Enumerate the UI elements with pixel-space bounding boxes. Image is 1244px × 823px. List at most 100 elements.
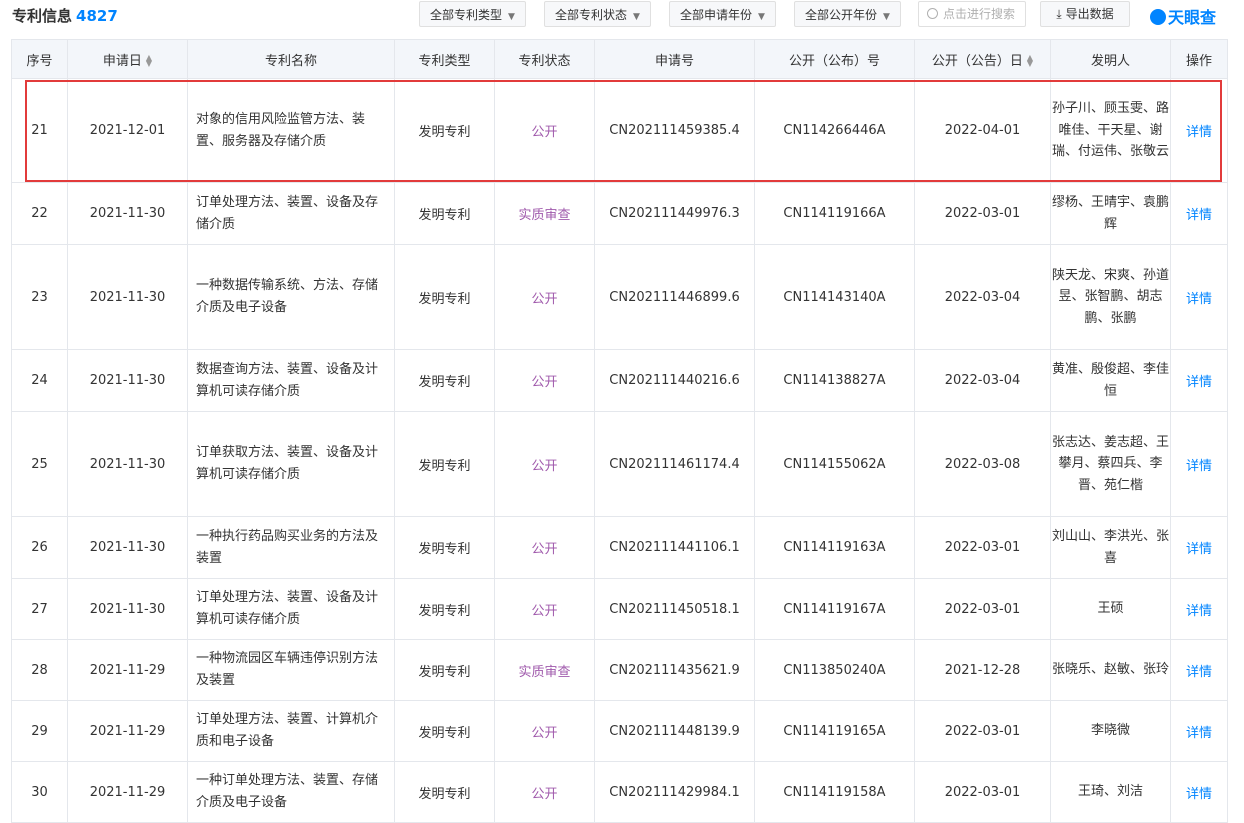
detail-link[interactable]: 详情: [1186, 665, 1212, 680]
cell-detail-link: 详情: [1170, 700, 1228, 762]
col-header-date[interactable]: 申请日 ▲ ▼: [67, 39, 188, 79]
cell-apply-date: 2021-11-29: [67, 761, 188, 823]
patent-type: 发明专利: [418, 458, 471, 474]
col-label: 公开（公布）号: [788, 53, 880, 69]
patent-status: 公开: [531, 458, 558, 474]
cell-detail-link: 详情: [1170, 244, 1228, 350]
cell-application-number: CN202111461174.4: [594, 411, 755, 517]
cell-patent-name: 订单获取方法、装置、设备及计算机可读存储介质: [187, 411, 395, 517]
col-header-status: 专利状态: [494, 39, 595, 79]
search-input[interactable]: 点击进行搜索: [918, 1, 1026, 27]
patent-status: 公开: [531, 725, 558, 741]
col-label: 专利名称: [264, 53, 317, 69]
detail-link[interactable]: 详情: [1186, 787, 1212, 802]
detail-link[interactable]: 详情: [1186, 459, 1212, 474]
publication-date: 2021-12-28: [944, 662, 1021, 678]
cell-row-number: 27: [11, 578, 68, 640]
filter-label: 全部专利类型: [430, 8, 503, 22]
search-placeholder: 点击进行搜索: [943, 7, 1016, 21]
patent-status-filter[interactable]: 全部专利状态 ▼: [544, 1, 651, 27]
publication-date: 2022-03-04: [944, 289, 1021, 305]
cell-patent-name: 一种执行药品购买业务的方法及装置: [187, 516, 395, 579]
apply-year-filter[interactable]: 全部申请年份 ▼: [669, 1, 776, 27]
patent-status: 公开: [531, 291, 558, 307]
patent-type: 发明专利: [418, 125, 471, 140]
cell-publication-number: CN114119166A: [754, 182, 915, 245]
inventors: 张志达、姜志超、王攀月、蔡四兵、李晋、苑仁楷: [1051, 434, 1169, 493]
cell-inventors: 黄准、殷俊超、李佳恒: [1050, 349, 1171, 412]
row-number: 29: [31, 723, 48, 739]
col-label: 专利类型: [418, 53, 471, 69]
publication-date: 2022-03-01: [944, 540, 1021, 555]
col-label: 发明人: [1090, 53, 1130, 69]
cell-application-number: CN202111440216.6: [594, 349, 755, 412]
cell-patent-name: 一种物流园区车辆违停识别方法及装置: [187, 639, 395, 701]
table-row: 24 2021-11-30 数据查询方法、装置、设备及计算机可读存储介质 发明专利 公开…: [11, 349, 1228, 412]
application-number: CN202111441106.1: [609, 540, 740, 555]
col-label: 专利状态: [518, 53, 571, 69]
row-number: 23: [31, 289, 48, 305]
export-button[interactable]: ⤓ 导出数据: [1040, 1, 1130, 27]
publication-number: CN114155062A: [783, 456, 886, 472]
table-row: 27 2021-11-30 订单处理方法、装置、设备及计算机可读存储介质 发明专利 公开…: [11, 578, 1228, 640]
row-number: 28: [31, 662, 48, 678]
filter-label: 全部申请年份: [680, 8, 753, 22]
apply-date: 2021-11-30: [89, 373, 166, 388]
detail-link[interactable]: 详情: [1186, 208, 1212, 223]
cell-detail-link: 详情: [1170, 578, 1228, 640]
application-number: CN202111449976.3: [609, 206, 740, 221]
publication-number: CN114119166A: [783, 206, 886, 221]
col-header-pub-date[interactable]: 公开（公告）日 ▲ ▼: [914, 39, 1051, 79]
export-label: 导出数据: [1065, 7, 1114, 21]
col-header-inventors: 发明人: [1050, 39, 1171, 79]
apply-date: 2021-12-01: [89, 123, 166, 138]
patent-status: 公开: [531, 786, 558, 802]
cell-publication-date: 2021-12-28: [914, 639, 1051, 701]
cell-patent-status: 公开: [494, 244, 595, 350]
cell-patent-type: 发明专利: [394, 78, 495, 183]
apply-date: 2021-11-30: [89, 601, 166, 617]
cell-apply-date: 2021-11-30: [67, 244, 188, 350]
table-row: 30 2021-11-29 一种订单处理方法、装置、存储介质及电子设备 发明专利 公开 C…: [11, 761, 1228, 823]
table-row: 23 2021-11-30 一种数据传输系统、方法、存储介质及电子设备 发明专利 公开 C…: [11, 244, 1228, 350]
cell-application-number: CN202111448139.9: [594, 700, 755, 762]
cell-inventors: 王硕: [1050, 578, 1171, 640]
detail-link[interactable]: 详情: [1186, 125, 1212, 140]
application-number: CN202111440216.6: [609, 373, 740, 388]
detail-link[interactable]: 详情: [1186, 542, 1212, 557]
cell-publication-date: 2022-03-01: [914, 700, 1051, 762]
cell-apply-date: 2021-11-29: [67, 639, 188, 701]
application-number: CN202111435621.9: [609, 662, 740, 678]
cell-publication-number: CN113850240A: [754, 639, 915, 701]
detail-link[interactable]: 详情: [1186, 292, 1212, 307]
col-header-type: 专利类型: [394, 39, 495, 79]
cell-publication-date: 2022-03-08: [914, 411, 1051, 517]
publish-year-filter[interactable]: 全部公开年份 ▼: [794, 1, 901, 27]
detail-link[interactable]: 详情: [1186, 604, 1212, 619]
patent-count: 4827: [76, 7, 118, 25]
patent-status: 实质审查: [518, 208, 571, 223]
detail-link[interactable]: 详情: [1186, 726, 1212, 741]
cell-apply-date: 2021-11-30: [67, 578, 188, 640]
cell-patent-type: 发明专利: [394, 349, 495, 412]
col-label: 操作: [1185, 53, 1212, 69]
patent-name: 订单处理方法、装置、设备及存储介质: [196, 194, 379, 232]
cell-publication-number: CN114119158A: [754, 761, 915, 823]
chevron-down-icon: ▼: [883, 12, 890, 22]
detail-link[interactable]: 详情: [1186, 375, 1212, 390]
cell-patent-name: 订单处理方法、装置、设备及计算机可读存储介质: [187, 578, 395, 640]
col-header-pub-no: 公开（公布）号: [754, 39, 915, 79]
patent-type-filter[interactable]: 全部专利类型 ▼: [419, 1, 526, 27]
patent-status: 公开: [531, 375, 558, 390]
cell-detail-link: 详情: [1170, 349, 1228, 412]
cell-application-number: CN202111449976.3: [594, 182, 755, 245]
publication-number: CN114143140A: [783, 289, 886, 305]
cell-publication-number: CN114119163A: [754, 516, 915, 579]
cell-patent-type: 发明专利: [394, 411, 495, 517]
cell-row-number: 28: [11, 639, 68, 701]
publication-date: 2022-04-01: [944, 123, 1021, 138]
logo: 天眼查: [1150, 4, 1216, 28]
apply-date: 2021-11-29: [89, 662, 166, 678]
cell-application-number: CN202111429984.1: [594, 761, 755, 823]
cell-detail-link: 详情: [1170, 78, 1228, 183]
